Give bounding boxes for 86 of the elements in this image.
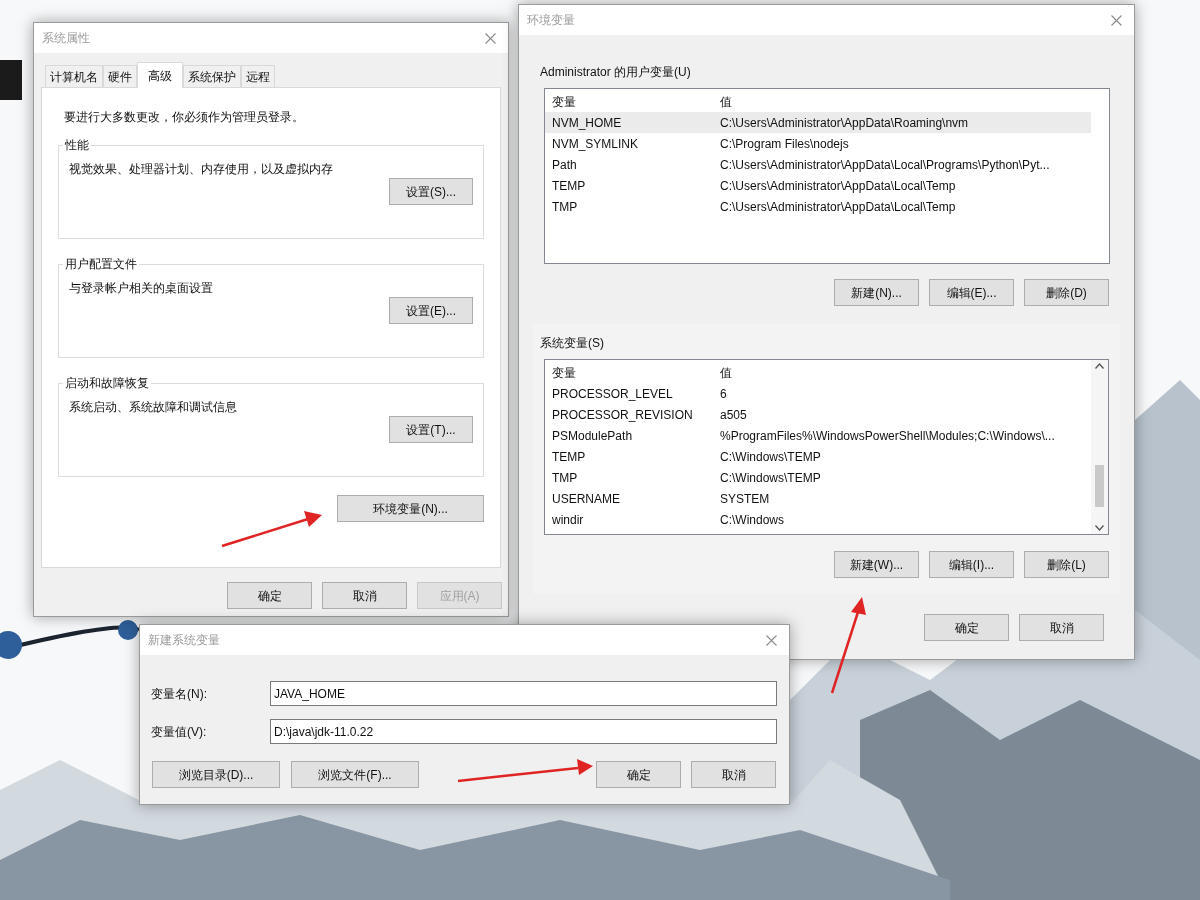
variable-name: NVM_HOME (552, 114, 623, 132)
dialog-button[interactable]: 设置(T)... (389, 416, 473, 443)
group-title: 启动和故障恢复 (64, 375, 150, 392)
scroll-up-icon[interactable] (1095, 363, 1104, 369)
notice-text: 要进行大多数更改，你必须作为管理员登录。 (63, 109, 305, 126)
tab[interactable]: 系统保护 (183, 65, 241, 87)
variable-value: C:\Windows\TEMP (720, 448, 821, 466)
window-title: 环境变量 (527, 12, 575, 29)
variable-name: TMP (552, 469, 579, 487)
column-header[interactable]: 变量 (552, 92, 720, 111)
variable-value: C:\Users\Administrator\AppData\Local\Programs\Python\Pyt... (720, 156, 1050, 174)
close-icon[interactable] (485, 32, 496, 44)
variable-value: 6 (720, 385, 727, 403)
dialog-button[interactable]: 编辑(E)... (929, 279, 1014, 306)
list-row[interactable]: PROCESSOR_REVISION a505 (545, 404, 1091, 425)
close-icon[interactable] (1111, 14, 1122, 26)
variable-value: C:\Windows (720, 511, 784, 529)
dialog-button[interactable]: 编辑(I)... (929, 551, 1014, 578)
window-title: 系统属性 (42, 30, 90, 47)
variable-value: SYSTEM (720, 490, 770, 508)
column-header[interactable]: 变量 (552, 363, 720, 382)
tab[interactable]: 计算机名 (45, 65, 103, 87)
variable-value: a505 (720, 406, 747, 424)
section-label: 系统变量(S) (540, 335, 605, 352)
variable-name: USERNAME (552, 490, 621, 508)
dialog-button[interactable]: 确定 (227, 582, 312, 609)
variable-value: %ProgramFiles%\WindowsPowerShell\Modules;C:\Windows\... (720, 427, 1055, 445)
tab[interactable]: 远程 (241, 65, 275, 87)
list-row[interactable]: windir C:\Windows (545, 509, 1091, 530)
variable-name: TEMP (552, 448, 587, 466)
group-title: 用户配置文件 (64, 256, 138, 273)
variable-value: C:\Program Files\nodejs (720, 135, 849, 153)
scrollbar-thumb[interactable] (1095, 465, 1104, 507)
variable-name: windir (552, 511, 585, 529)
field-label: 变量值(V): (151, 723, 208, 741)
dialog-button[interactable]: 删除(L) (1024, 551, 1109, 578)
list-row[interactable]: PSModulePath %ProgramFiles%\WindowsPowerShell\Modules;C:\Windows\... (545, 425, 1091, 446)
list-row[interactable]: TMP C:\Windows\TEMP (545, 467, 1091, 488)
list-row[interactable]: TEMP C:\Users\Administrator\AppData\Local\Temp (545, 175, 1109, 196)
list-row[interactable]: TMP C:\Users\Administrator\AppData\Local\Temp (545, 196, 1109, 217)
group-description: 与登录帐户相关的桌面设置 (69, 280, 214, 297)
tab[interactable]: 高级 (137, 62, 183, 88)
variable-value: C:\Users\Administrator\AppData\Roaming\nvm (720, 114, 969, 132)
dialog-button[interactable]: 浏览目录(D)... (152, 761, 280, 788)
variable-name: TEMP (552, 177, 587, 195)
variable-name: NVM_SYMLINK (552, 135, 640, 153)
dialog-button[interactable]: 新建(N)... (834, 279, 919, 306)
list-row[interactable]: TEMP C:\Windows\TEMP (545, 446, 1091, 467)
list-row[interactable]: NVM_SYMLINK C:\Program Files\nodejs (545, 133, 1109, 154)
input-field[interactable]: JAVA_HOME (270, 681, 777, 706)
group-description: 系统启动、系统故障和调试信息 (69, 399, 238, 416)
variable-value: C:\Users\Administrator\AppData\Local\Temp (720, 198, 956, 216)
dialog-button[interactable]: 确定 (924, 614, 1009, 641)
scroll-down-icon[interactable] (1095, 525, 1104, 531)
dialog-button[interactable]: 设置(S)... (389, 178, 473, 205)
window-title: 新建系统变量 (148, 632, 220, 649)
variable-value: C:\Windows\TEMP (720, 469, 821, 487)
scrollbar[interactable] (1091, 360, 1108, 534)
dialog-button[interactable]: 取消 (1019, 614, 1104, 641)
dialog-button[interactable]: 浏览文件(F)... (291, 761, 419, 788)
variable-name: PROCESSOR_LEVEL (552, 385, 674, 403)
dialog-button[interactable]: 新建(W)... (834, 551, 919, 578)
section-label: Administrator 的用户变量(U) (540, 64, 692, 81)
variable-value: C:\Users\Administrator\AppData\Local\Temp (720, 177, 956, 195)
field-label: 变量名(N): (151, 685, 208, 703)
column-header[interactable]: 值 (720, 363, 732, 382)
dialog-button[interactable]: 删除(D) (1024, 279, 1109, 306)
list-row[interactable]: Path C:\Users\Administrator\AppData\Local\Programs\Python\Pyt... (545, 154, 1109, 175)
list-row[interactable]: USERNAME SYSTEM (545, 488, 1091, 509)
dialog-button[interactable]: 取消 (691, 761, 776, 788)
input-field[interactable]: D:\java\jdk-11.0.22 (270, 719, 777, 744)
variable-name: TMP (552, 198, 579, 216)
column-header[interactable]: 值 (720, 92, 732, 111)
dialog-button[interactable]: 设置(E)... (389, 297, 473, 324)
tab[interactable]: 硬件 (103, 65, 137, 87)
dialog-button[interactable]: 取消 (322, 582, 407, 609)
close-icon[interactable] (766, 634, 777, 646)
list-row[interactable]: NVM_HOME C:\Users\Administrator\AppData\Roaming\nvm (545, 112, 1091, 133)
variable-name: Path (552, 156, 578, 174)
group-description: 视觉效果、处理器计划、内存使用，以及虚拟内存 (69, 161, 334, 178)
dialog-button[interactable]: 环境变量(N)... (337, 495, 484, 522)
list-row[interactable]: PROCESSOR_LEVEL 6 (545, 383, 1091, 404)
variable-name: PROCESSOR_REVISION (552, 406, 694, 424)
dialog-button[interactable]: 确定 (596, 761, 681, 788)
group-title: 性能 (64, 137, 90, 154)
variable-name: PSModulePath (552, 427, 634, 445)
